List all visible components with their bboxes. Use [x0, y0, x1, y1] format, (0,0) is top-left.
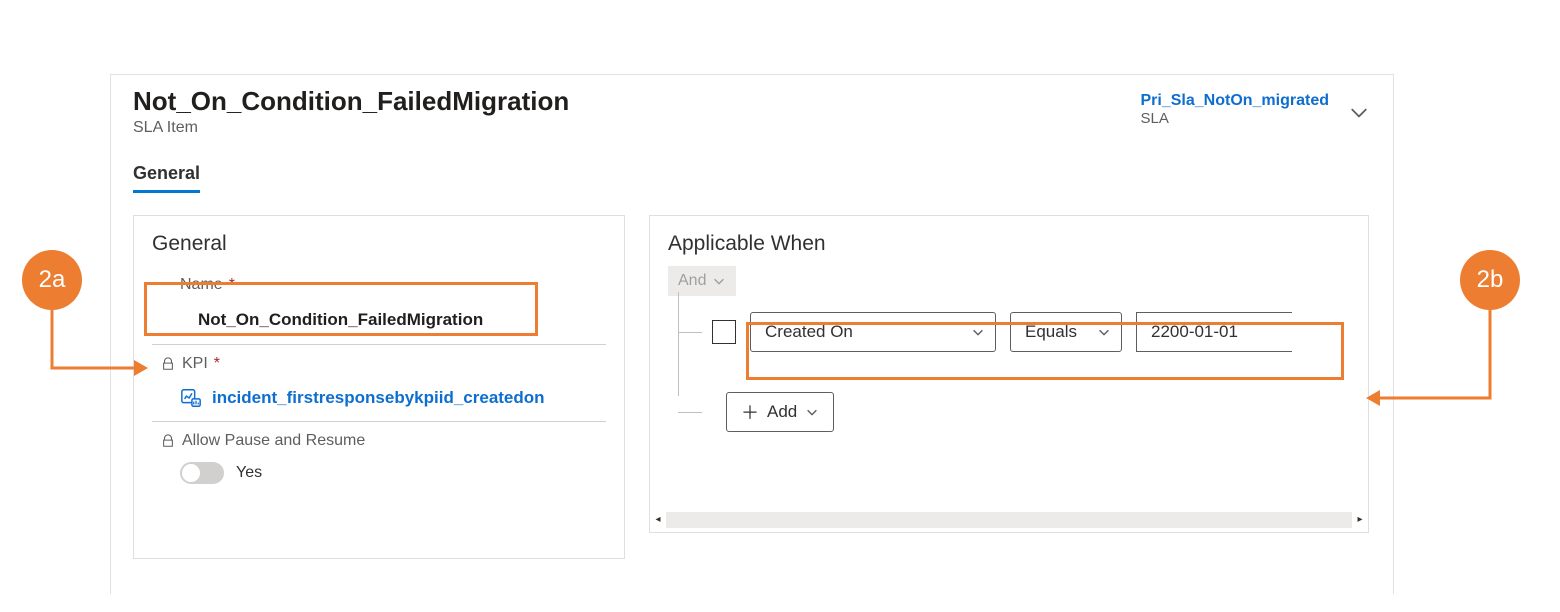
header-left: Not_On_Condition_FailedMigration SLA Ite…	[133, 87, 1141, 137]
callout-2a-label: 2a	[39, 266, 66, 294]
kpi-value-row[interactable]: incident_firstresponsebykpiid_createdon	[152, 379, 606, 417]
required-star: *	[229, 276, 235, 294]
required-star-2: *	[214, 355, 220, 373]
general-card-title: General	[134, 216, 624, 266]
lock-icon	[160, 356, 176, 372]
callout-2b: 2b	[1460, 250, 1520, 310]
tab-general[interactable]: General	[133, 163, 200, 193]
condition-row: Created On Equals	[678, 312, 1350, 352]
sla-link-sub: SLA	[1141, 110, 1330, 127]
pause-label: Allow Pause and Resume	[182, 432, 365, 450]
toggle-knob	[182, 464, 200, 482]
pause-label-row: Allow Pause and Resume	[152, 422, 606, 456]
chevron-down-icon[interactable]	[1347, 101, 1371, 125]
add-condition-button[interactable]: ＋ Add	[726, 392, 834, 432]
condition-value-input[interactable]: 2200-01-01	[1136, 312, 1292, 352]
chevron-down-icon	[805, 405, 819, 419]
pause-toggle-row: Yes	[152, 456, 606, 484]
callout-2a-arrow	[50, 310, 150, 380]
sla-link-block[interactable]: Pri_Sla_NotOn_migrated SLA	[1141, 91, 1330, 127]
kpi-label: KPI	[182, 355, 208, 373]
pause-resume-field: Allow Pause and Resume Yes	[134, 422, 624, 484]
condition-checkbox[interactable]	[712, 320, 736, 344]
name-field: Name * Not_On_Condition_FailedMigration	[134, 266, 624, 345]
add-button-label: Add	[767, 402, 797, 422]
kpi-field: KPI * incident_firstresponsebykpiid_creat…	[134, 345, 624, 422]
condition-field-select[interactable]: Created On	[750, 312, 996, 352]
name-label-row: Name *	[152, 266, 606, 300]
pause-toggle-value: Yes	[236, 464, 262, 482]
content-area: General Name * Not_On_Condition_FailedMig…	[111, 193, 1393, 559]
page-title: Not_On_Condition_FailedMigration	[133, 87, 1141, 117]
add-condition-row: ＋ Add	[678, 392, 1350, 432]
lock-icon-2	[160, 433, 176, 449]
scroll-track[interactable]	[666, 512, 1352, 528]
main-window: Not_On_Condition_FailedMigration SLA Ite…	[110, 74, 1394, 594]
callout-2a: 2a	[22, 250, 82, 310]
applicable-when-card: Applicable When And Created On	[649, 215, 1369, 533]
sla-link[interactable]: Pri_Sla_NotOn_migrated	[1141, 91, 1330, 110]
plus-icon: ＋	[741, 399, 759, 425]
header-right: Pri_Sla_NotOn_migrated SLA	[1141, 87, 1372, 127]
tab-strip: General	[111, 137, 1393, 193]
condition-operator-value: Equals	[1025, 322, 1077, 342]
page-subtitle: SLA Item	[133, 119, 1141, 137]
general-card: General Name * Not_On_Condition_FailedMig…	[133, 215, 625, 559]
condition-tree: Created On Equals	[678, 296, 1350, 432]
chevron-down-icon	[971, 325, 985, 339]
condition-operator-select[interactable]: Equals	[1010, 312, 1122, 352]
callout-2b-label: 2b	[1477, 266, 1504, 294]
pause-resume-toggle[interactable]	[180, 462, 224, 484]
chevron-down-icon	[1097, 325, 1111, 339]
header: Not_On_Condition_FailedMigration SLA Ite…	[111, 75, 1393, 137]
condition-value-text: 2200-01-01	[1151, 322, 1238, 342]
horizontal-scrollbar[interactable]: ◂ ▸	[650, 508, 1368, 532]
name-label: Name	[180, 276, 223, 294]
scroll-left-arrow[interactable]: ◂	[650, 508, 666, 532]
applicable-when-title: Applicable When	[650, 216, 1368, 266]
condition-field-value: Created On	[765, 322, 853, 342]
callout-2b-arrow	[1366, 310, 1492, 410]
chevron-down-icon	[712, 274, 726, 288]
group-operator-label: And	[678, 272, 706, 290]
name-value[interactable]: Not_On_Condition_FailedMigration	[152, 300, 606, 340]
condition-builder: And Created On	[650, 266, 1368, 432]
kpi-label-row: KPI *	[152, 345, 606, 379]
kpi-link[interactable]: incident_firstresponsebykpiid_createdon	[212, 388, 545, 408]
callout-2b-bubble: 2b	[1460, 250, 1520, 310]
callout-2a-bubble: 2a	[22, 250, 82, 310]
kpi-icon	[180, 387, 202, 409]
scroll-right-arrow[interactable]: ▸	[1352, 508, 1368, 532]
